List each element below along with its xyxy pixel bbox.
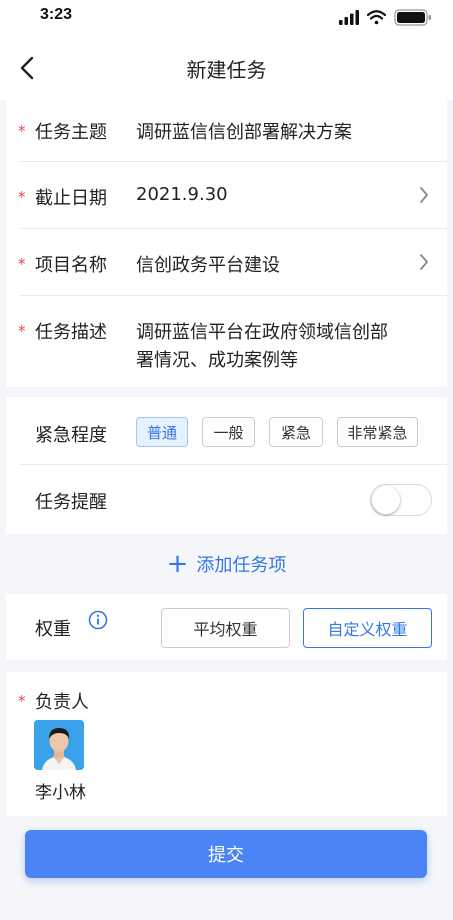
- description-row[interactable]: * 任务描述 调研蓝信平台在政府领域信创部 署情况、成功案例等: [6, 296, 447, 387]
- urgency-option-urgent[interactable]: 紧急: [269, 417, 323, 447]
- description-label: 任务描述: [35, 322, 107, 343]
- wifi-icon: [366, 10, 387, 25]
- options-card: 紧急程度 普通 一般 紧急 非常紧急 任务提醒: [6, 397, 447, 534]
- avatar[interactable]: [34, 720, 84, 770]
- deadline-label: 截止日期: [35, 188, 107, 209]
- info-icon[interactable]: [88, 610, 108, 630]
- submit-button[interactable]: 提交: [25, 830, 427, 878]
- nav-bar: 新建任务: [0, 34, 453, 100]
- reminder-row: 任务提醒: [6, 465, 447, 534]
- status-icons: [339, 9, 431, 26]
- deadline-value[interactable]: 2021.9.30: [136, 184, 228, 205]
- weight-card: 权重 平均权重 自定义权重: [6, 594, 447, 660]
- urgency-option-normal[interactable]: 普通: [136, 417, 188, 447]
- average-weight-button[interactable]: 平均权重: [161, 608, 290, 648]
- status-time: 3:23: [40, 6, 73, 23]
- avatar-photo: [34, 720, 84, 770]
- required-mark: *: [18, 322, 26, 340]
- add-task-item-label: 添加任务项: [196, 555, 287, 576]
- deadline-row[interactable]: * 截止日期 2021.9.30: [6, 162, 447, 229]
- assignee-card: * 负责人 李小林: [6, 672, 447, 816]
- weight-label: 权重: [35, 619, 71, 640]
- custom-weight-button[interactable]: 自定义权重: [303, 608, 432, 648]
- reminder-toggle[interactable]: [370, 484, 432, 516]
- plus-icon: +: [166, 549, 189, 579]
- urgency-option-very-urgent[interactable]: 非常紧急: [337, 417, 418, 447]
- project-row[interactable]: * 项目名称 信创政务平台建设: [6, 229, 447, 296]
- description-line-1[interactable]: 调研蓝信平台在政府领域信创部: [136, 318, 388, 344]
- urgency-row: 紧急程度 普通 一般 紧急 非常紧急: [6, 397, 447, 465]
- chevron-right-icon[interactable]: [419, 186, 429, 204]
- project-value[interactable]: 信创政务平台建设: [136, 251, 280, 277]
- description-line-2[interactable]: 署情况、成功案例等: [136, 346, 298, 372]
- page-title: 新建任务: [186, 58, 267, 82]
- battery-icon: [394, 9, 431, 26]
- subject-label: 任务主题: [35, 122, 107, 143]
- task-form-card: * 任务主题 调研蓝信信创部署解决方案 * 截止日期 2021.9.30 * 项…: [6, 100, 447, 387]
- assignee-name: 李小林: [35, 783, 86, 803]
- required-mark: *: [18, 692, 26, 710]
- chevron-right-icon[interactable]: [419, 253, 429, 271]
- subject-row[interactable]: * 任务主题 调研蓝信信创部署解决方案: [6, 100, 447, 162]
- project-label: 项目名称: [35, 255, 107, 276]
- urgency-option-general[interactable]: 一般: [202, 417, 255, 447]
- required-mark: *: [18, 122, 26, 140]
- required-mark: *: [18, 255, 26, 273]
- urgency-label: 紧急程度: [35, 425, 107, 446]
- status-bar: 3:23: [0, 0, 453, 34]
- required-mark: *: [18, 188, 26, 206]
- assignee-label: 负责人: [35, 692, 89, 713]
- reminder-label: 任务提醒: [35, 492, 107, 513]
- toggle-knob: [372, 486, 400, 514]
- subject-input[interactable]: 调研蓝信信创部署解决方案: [136, 118, 352, 144]
- signal-icon: [339, 10, 359, 25]
- add-task-item-button[interactable]: + 添加任务项: [6, 534, 447, 594]
